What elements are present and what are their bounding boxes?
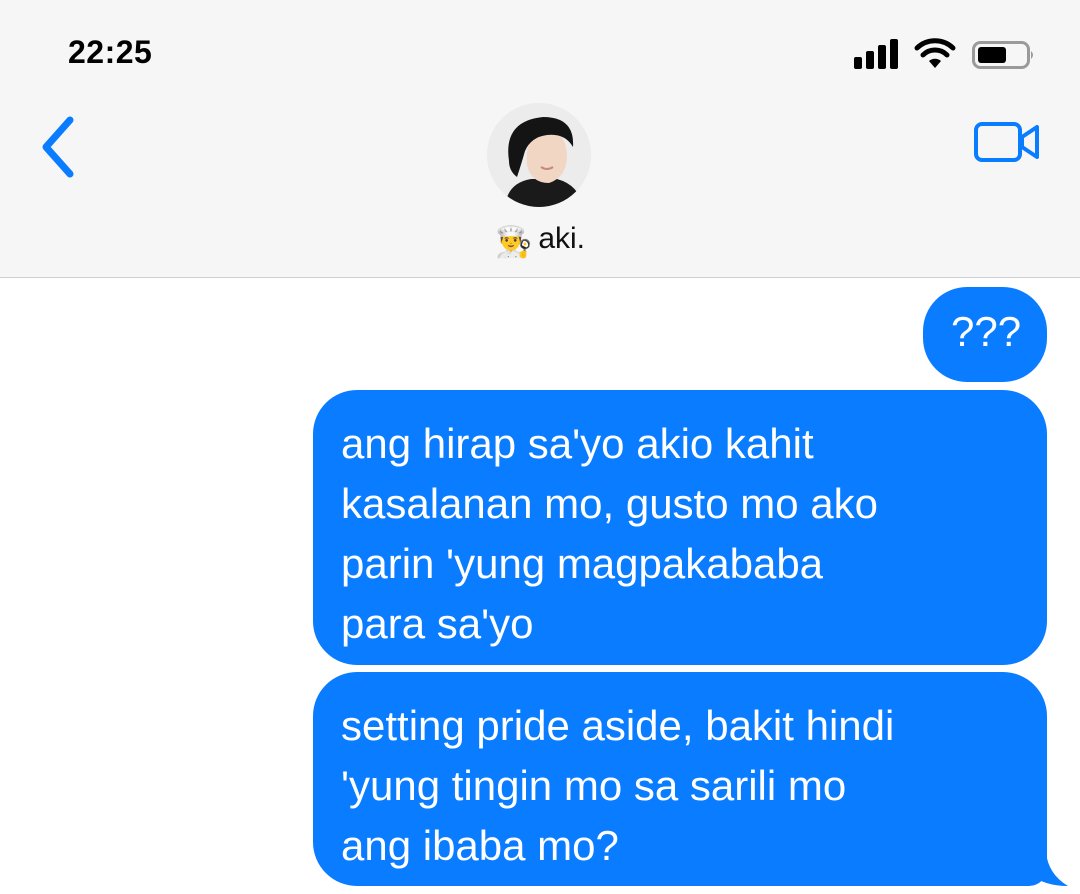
back-chevron-icon[interactable] bbox=[38, 116, 78, 178]
status-icons bbox=[854, 36, 1034, 72]
contact-avatar[interactable] bbox=[487, 103, 591, 207]
message-text: para sa'yo bbox=[341, 600, 534, 647]
contact-name: aki. bbox=[538, 222, 586, 255]
message-bubble[interactable]: ??? bbox=[923, 287, 1047, 382]
status-time: 22:25 bbox=[68, 34, 153, 70]
message-text: kasalanan mo, gusto mo ako bbox=[341, 480, 878, 527]
video-camera-icon[interactable] bbox=[973, 120, 1041, 164]
message-text: ??? bbox=[951, 308, 1022, 355]
message-text: ang ibaba mo? bbox=[341, 822, 619, 869]
signal-icon bbox=[854, 36, 904, 72]
wifi-icon bbox=[914, 38, 956, 68]
message-bubble[interactable]: setting pride aside, bakit hindi 'yung t… bbox=[313, 672, 1047, 886]
conversation-header: 22:25 👨‍🍳 aki. bbox=[0, 0, 1080, 278]
message-text: parin 'yung magpakababa bbox=[341, 540, 824, 587]
battery-icon bbox=[972, 41, 1033, 69]
bubble-tail bbox=[1030, 852, 1068, 886]
contact-name-row[interactable]: 👨‍🍳 aki. bbox=[0, 222, 1080, 260]
message-text: setting pride aside, bakit hindi bbox=[341, 702, 895, 749]
message-bubble[interactable]: ang hirap sa'yo akio kahit kasalanan mo,… bbox=[313, 390, 1047, 665]
cook-emoji-icon: 👨‍🍳 bbox=[494, 226, 533, 259]
message-text: 'yung tingin mo sa sarili mo bbox=[341, 762, 847, 809]
message-text: ang hirap sa'yo akio kahit bbox=[341, 420, 814, 467]
